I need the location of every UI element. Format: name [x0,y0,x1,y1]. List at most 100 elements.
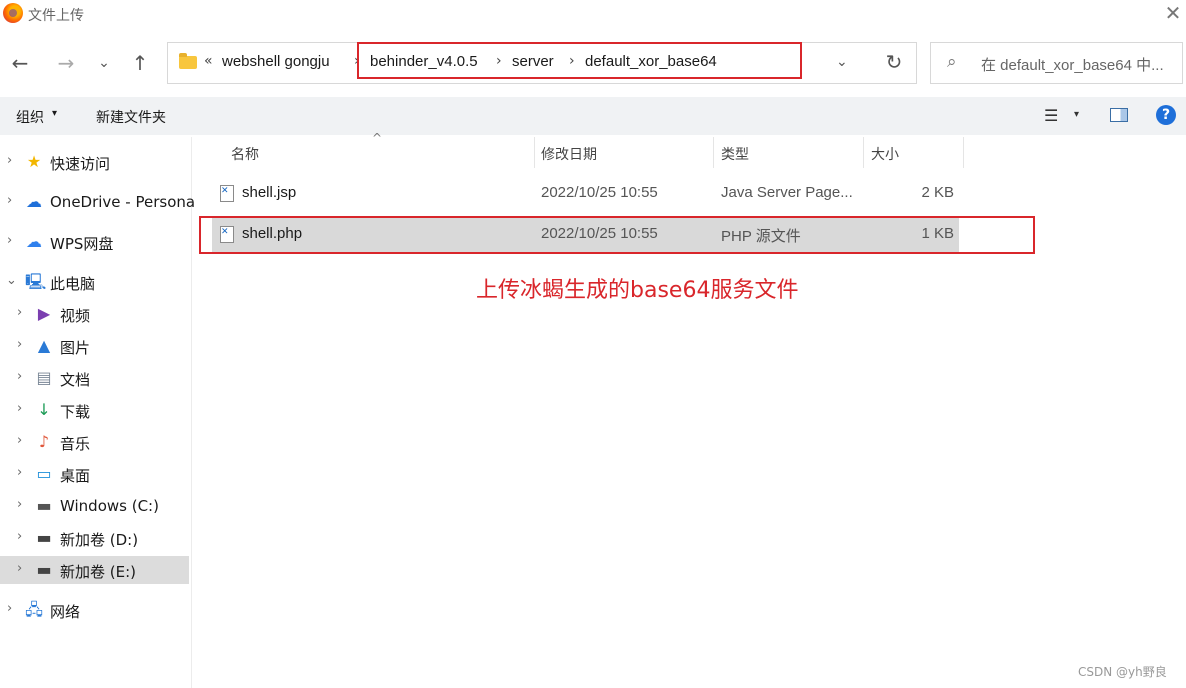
breadcrumb-webshell-gongju[interactable]: webshell gongju [222,53,330,70]
chevron-right-icon[interactable]: › [17,433,22,448]
folder-icon [179,53,197,69]
sidebar-item-downloads[interactable]: › ↓ 下载 [0,396,189,424]
sidebar-item-network[interactable]: › 🖧 网络 [0,596,189,624]
chevron-right-icon[interactable]: › [17,561,22,576]
sidebar-item-videos[interactable]: › ▶ 视频 [0,300,189,328]
column-divider[interactable] [713,137,714,168]
sidebar-item-label: 下载 [60,403,91,421]
sidebar-item-onedrive[interactable]: › ☁ OneDrive - Persona [0,188,195,216]
file-row[interactable]: shell.jsp 2022/10/25 10:55 Java Server P… [212,177,959,211]
sort-ascending-icon: ^ [372,131,383,145]
sidebar-item-label: 桌面 [60,467,91,485]
star-icon: ★ [26,152,42,171]
chevron-right-icon[interactable]: › [17,369,22,384]
title-bar: 文件上传 ✕ [0,0,1186,30]
back-arrow-icon: ← [11,51,29,75]
forward-arrow-icon: → [57,51,75,75]
view-options-icon[interactable]: ☰ [1044,106,1058,125]
sidebar-item-drive-d[interactable]: › ▬ 新加卷 (D:) [0,524,189,552]
computer-icon: 🖳 [25,272,47,291]
download-icon: ↓ [37,400,51,419]
window-title: 文件上传 [28,8,84,24]
new-folder-button[interactable]: 新建文件夹 [96,107,166,127]
navigation-pane: › ★ 快速访问 › ☁ OneDrive - Persona › ☁ WPS网… [0,137,195,688]
sidebar-item-label: 音乐 [60,435,91,453]
chevron-down-icon: ⌄ [98,55,110,71]
refresh-icon: ↻ [885,50,903,74]
command-bar: 组织 ▾ 新建文件夹 ☰ ▾ ? [0,97,1186,135]
drive-icon: ▬ [36,528,52,547]
view-caret-icon[interactable]: ▾ [1074,109,1079,120]
column-divider[interactable] [534,137,535,168]
chevron-right-icon[interactable]: › [7,233,12,248]
chevron-right-icon[interactable]: › [17,401,22,416]
chevron-right-icon[interactable]: › [17,337,22,352]
sidebar-item-wps[interactable]: › ☁ WPS网盘 [0,228,189,256]
sidebar-item-label: 视频 [60,307,91,325]
music-icon: ♪ [38,432,50,451]
column-header-date[interactable]: 修改日期 [541,144,597,164]
refresh-button[interactable]: ↻ [882,50,906,74]
chevron-right-icon[interactable]: › [17,305,22,320]
sidebar-item-label: 图片 [60,339,91,357]
column-divider[interactable] [863,137,864,168]
search-icon: ⌕ [947,52,957,72]
column-header-name[interactable]: 名称 [231,144,259,164]
sidebar-item-label: 网络 [50,603,81,621]
chevron-right-icon[interactable]: › [17,497,22,512]
cloud-icon: ☁ [26,232,42,251]
address-bar[interactable]: « webshell gongju › behinder_v4.0.5 › se… [167,42,917,84]
organize-caret-icon[interactable]: ▾ [52,108,57,119]
annotation-text: 上传冰蝎生成的base64服务文件 [476,278,799,303]
sidebar-item-label: WPS网盘 [50,235,114,253]
chevron-right-icon[interactable]: › [7,153,12,168]
back-button[interactable]: ← [7,50,33,76]
drive-icon: ▬ [36,560,52,579]
network-icon: 🖧 [25,600,43,619]
sidebar-item-quick-access[interactable]: › ★ 快速访问 [0,148,189,176]
up-arrow-icon: ↑ [131,51,149,75]
preview-pane-icon[interactable] [1110,108,1128,122]
search-input[interactable]: ⌕ 在 default_xor_base64 中... [930,42,1183,84]
drive-icon: ▬ [36,496,52,515]
file-size: 2 KB [921,184,954,201]
file-name: shell.jsp [242,184,297,201]
sidebar-item-label: 此电脑 [50,275,96,293]
organize-button[interactable]: 组织 [16,107,44,127]
sidebar-item-this-pc[interactable]: ⌄ 🖳 此电脑 [0,268,189,296]
desktop-icon: ▭ [36,464,52,483]
sidebar-item-drive-c[interactable]: › ▬ Windows (C:) [0,492,189,520]
overflow-chevron-icon[interactable]: « [204,53,213,69]
address-dropdown-icon[interactable]: ⌄ [836,54,848,70]
column-header-size[interactable]: 大小 [871,144,899,164]
sidebar-item-label: OneDrive - Persona [50,193,196,211]
column-header-type[interactable]: 类型 [721,144,749,164]
cloud-icon: ☁ [26,192,42,211]
forward-button[interactable]: → [53,50,79,76]
chevron-right-icon[interactable]: › [17,465,22,480]
sidebar-item-documents[interactable]: › ▤ 文档 [0,364,189,392]
file-date: 2022/10/25 10:55 [541,184,658,201]
chevron-down-icon[interactable]: ⌄ [6,273,17,288]
help-icon[interactable]: ? [1156,105,1176,125]
chevron-right-icon[interactable]: › [17,529,22,544]
firefox-icon [3,3,23,23]
search-placeholder: 在 default_xor_base64 中... [981,57,1164,74]
highlight-box-file [199,216,1035,254]
close-button[interactable]: ✕ [1162,2,1184,24]
highlight-box-address [357,42,802,79]
column-divider[interactable] [963,137,964,168]
chevron-right-icon[interactable]: › [7,601,12,616]
chevron-right-icon[interactable]: › [7,193,12,208]
file-type: Java Server Page... [721,184,853,201]
file-icon [220,185,234,202]
sidebar-item-label: Windows (C:) [60,497,159,515]
sidebar-item-drive-e[interactable]: › ▬ 新加卷 (E:) [0,556,189,584]
sidebar-item-music[interactable]: › ♪ 音乐 [0,428,189,456]
sidebar-item-desktop[interactable]: › ▭ 桌面 [0,460,189,488]
recent-locations-button[interactable]: ⌄ [91,50,117,76]
watermark: CSDN @yh野良 [1078,665,1167,679]
sidebar-item-pictures[interactable]: › ▲ 图片 [0,332,189,360]
up-button[interactable]: ↑ [127,50,153,76]
sidebar-item-label: 新加卷 (D:) [60,531,139,549]
